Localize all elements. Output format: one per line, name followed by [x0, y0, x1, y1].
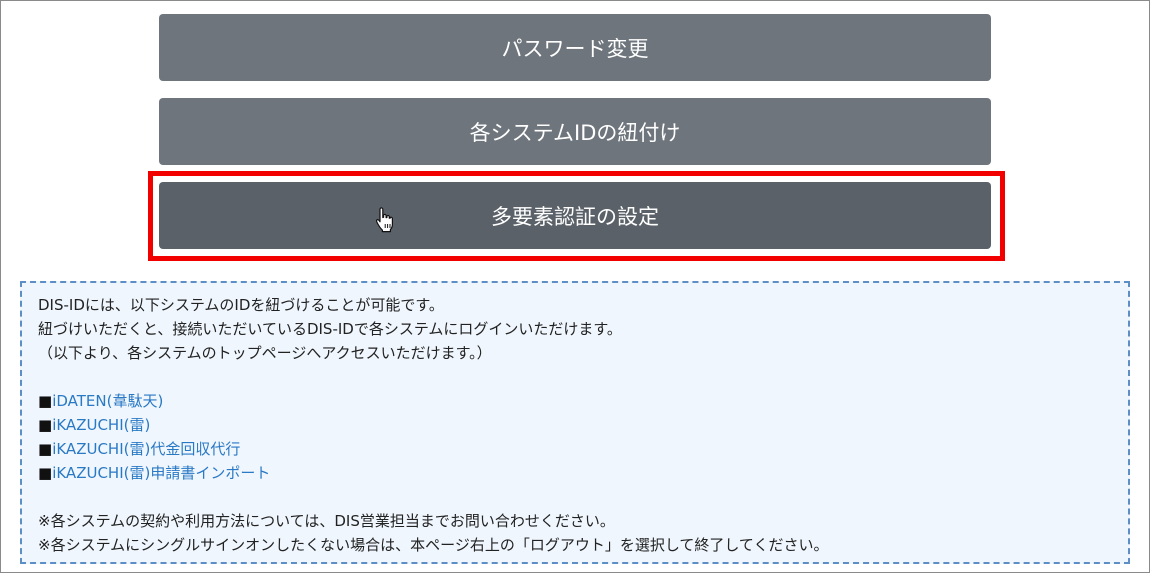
system-id-link-button[interactable]: 各システムIDの紐付け: [159, 98, 991, 165]
mfa-settings-label: 多要素認証の設定: [491, 204, 659, 229]
idaten-link[interactable]: iDATEN(韋駄天): [52, 392, 163, 410]
system-list-item: ■iKAZUCHI(雷): [38, 413, 1112, 437]
ikazuchi-link[interactable]: iKAZUCHI(雷): [52, 416, 150, 434]
system-list-item: ■iKAZUCHI(雷)代金回収代行: [38, 437, 1112, 461]
password-change-label: パスワード変更: [501, 36, 649, 61]
bullet: ■: [38, 440, 53, 458]
bullet: ■: [38, 392, 53, 410]
system-info-panel: DIS-IDには、以下システムのIDを紐づけることが可能です。 紐づけいただくと…: [20, 281, 1130, 564]
system-list-item: ■iKAZUCHI(雷)申請書インポート: [38, 461, 1112, 485]
note-line: ※各システムの契約や利用方法については、DIS営業担当までお問い合わせください。: [38, 512, 615, 530]
info-text-line: 紐づけいただくと、接続いただいているDIS-IDで各システムにログインいただけま…: [38, 320, 622, 338]
settings-page: パスワード変更 各システムIDの紐付け 多要素認証の設定 DIS-IDには、以下…: [0, 0, 1150, 573]
note-line: ※各システムにシングルサインオンしたくない場合は、本ページ右上の「ログアウト」を…: [38, 536, 829, 554]
system-list-item: ■iDATEN(韋駄天): [38, 389, 1112, 413]
mfa-settings-button[interactable]: 多要素認証の設定: [159, 182, 991, 249]
system-id-link-label: 各システムIDの紐付け: [469, 120, 681, 145]
info-text-line: （以下より、各システムのトップページへアクセスいただけます。）: [38, 344, 492, 362]
password-change-button[interactable]: パスワード変更: [159, 14, 991, 81]
bullet: ■: [38, 416, 53, 434]
info-text-line: DIS-IDには、以下システムのIDを紐づけることが可能です。: [38, 296, 444, 314]
ikazuchi-import-link[interactable]: iKAZUCHI(雷)申請書インポート: [52, 464, 270, 482]
bullet: ■: [38, 464, 53, 482]
ikazuchi-collection-link[interactable]: iKAZUCHI(雷)代金回収代行: [52, 440, 240, 458]
